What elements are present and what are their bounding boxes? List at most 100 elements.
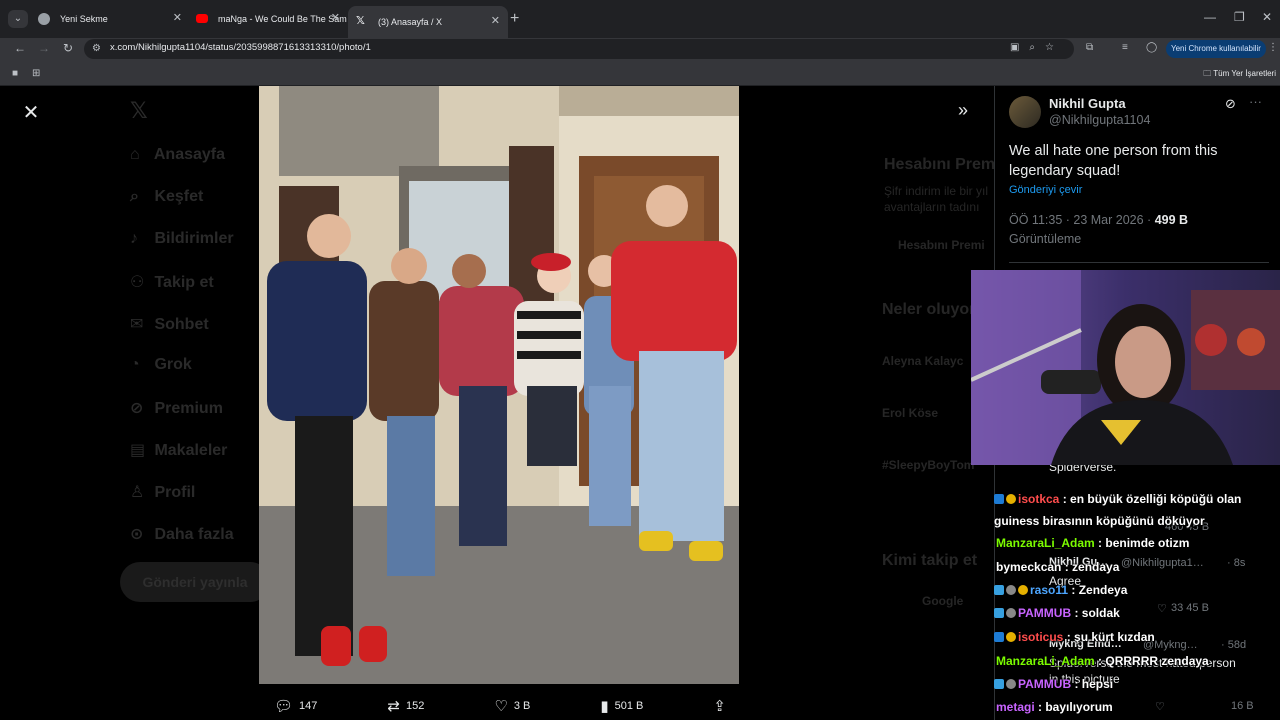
chat-line: PAMMUB : hepsi [994, 677, 1113, 691]
bg-trends-title: Neler oluyor [882, 301, 976, 318]
tweet-meta: ÖÖ 11:35 · 23 Mar 2026 · 499 B [1009, 213, 1188, 227]
grok-icon[interactable]: ⊘ [1225, 96, 1236, 112]
chat-message: : hepsi [1071, 677, 1114, 691]
bookmarks-bar: ■ ⊞ 🗀 Tüm Yer İşaretleri [0, 62, 1280, 86]
chat-user: ManzaraLi_Adam [996, 536, 1095, 550]
back-icon[interactable]: ← [12, 41, 28, 55]
bg-nav-more: ⊙ Daha fazla [130, 526, 234, 543]
reply-icon: 💬︎ [274, 698, 294, 715]
extensions-icon[interactable]: ⧉ [1086, 42, 1093, 53]
reply-time: · 58d [1221, 639, 1247, 651]
tab-new-tab[interactable]: Yeni Sekme ✕ [30, 6, 190, 32]
like-button[interactable]: ♡ 3 B [494, 694, 530, 718]
repost-button[interactable]: ⇄ 152 [387, 694, 424, 718]
restore-icon[interactable]: ❐ [1234, 10, 1245, 24]
tweet-author-handle[interactable]: @Nikhilgupta1104 [1049, 113, 1150, 127]
badge-icon [1006, 632, 1016, 642]
view-count: 501 B [614, 700, 644, 712]
chat-message: : zendaya [1061, 560, 1120, 574]
reply-button[interactable]: 💬︎ 147 [274, 694, 317, 718]
bg-nav-chat: ✉ Sohbet [130, 316, 209, 333]
tab-search-button[interactable]: ⌄ [8, 10, 28, 28]
tweet-timestamp[interactable]: ÖÖ 11:35 · 23 Mar 2026 · [1009, 213, 1155, 227]
close-photo-icon[interactable]: ✕ [20, 100, 42, 125]
tab-close-icon[interactable]: ✕ [173, 11, 182, 24]
chrome-icon [38, 13, 50, 25]
badge-icon [994, 632, 1004, 642]
views-button[interactable]: ▮ 501 B [600, 694, 643, 718]
chat-message: : Zendeya [1068, 583, 1128, 597]
chat-line: PAMMUB : soldak [994, 606, 1120, 620]
reply-like-icon[interactable]: ♡ [1157, 602, 1167, 615]
reply-like-icon[interactable]: ♡ [1155, 700, 1165, 713]
forward-icon[interactable]: → [36, 41, 52, 55]
share-icon: ⇪ [713, 698, 726, 715]
new-tab-button[interactable]: + [510, 10, 519, 28]
bg-nav-notifications: ♪ Bildirimler [130, 230, 234, 247]
bg-trend-item: #SleepyBoyTom [882, 458, 975, 472]
chat-message: : soldak [1071, 606, 1120, 620]
expand-panel-icon[interactable]: » [958, 100, 968, 121]
reading-list-icon[interactable]: ≡ [1122, 42, 1128, 53]
window-close-icon[interactable]: ✕ [1262, 10, 1272, 24]
bg-follow-item: Google [922, 594, 964, 608]
badge-icon [1006, 608, 1016, 618]
tab-close-icon[interactable]: ✕ [331, 11, 340, 24]
chat-line: isoticus : şu kürt kızdan [994, 630, 1155, 644]
bg-trend-item: Erol Köse [882, 406, 939, 420]
reply-stats: 16 B [1231, 700, 1254, 712]
chat-line: ManzaraLi_Adam : QRRRRR zendaya [996, 654, 1209, 668]
all-bookmarks-link[interactable]: 🗀 Tüm Yer İşaretleri [1203, 68, 1276, 82]
badge-icon [994, 608, 1004, 618]
chat-line: raso11 : Zendeya [994, 583, 1127, 597]
browser-toolbar: ← → ↻ ⚙ x.com/Nikhilgupta1104/status/203… [0, 38, 1280, 62]
badge-icon [1006, 585, 1016, 595]
bg-nav-home: ⌂ Anasayfa [130, 146, 226, 163]
tab-label: Yeni Sekme [60, 14, 108, 24]
minimize-icon[interactable]: — [1204, 10, 1216, 24]
badge-icon [1006, 494, 1016, 504]
badge-icon [994, 585, 1004, 595]
bg-nav-profile: ♙ Profil [130, 484, 196, 501]
more-icon[interactable]: ··· [1249, 94, 1262, 109]
bg-premium-title: Hesabını Premiu [884, 156, 1010, 173]
chat-message: : en büyük özelliği köpüğü olan [1059, 492, 1242, 506]
site-info-icon[interactable]: ⚙ [92, 43, 101, 54]
bg-nav-explore: ⌕ Keşfet [130, 188, 204, 205]
bookmark-square-icon[interactable]: ■ [12, 68, 18, 79]
tweet-author-name[interactable]: Nikhil Gupta [1049, 96, 1126, 111]
profile-icon[interactable]: ◯ [1146, 42, 1157, 53]
tab-label: (3) Anasayfa / X [378, 17, 443, 27]
reply-count: 147 [299, 700, 318, 712]
tab-youtube[interactable]: maNga - We Could Be The Sam ✕ [188, 6, 348, 32]
reload-icon[interactable]: ↻ [60, 41, 76, 55]
address-bar[interactable]: ⚙ x.com/Nikhilgupta1104/status/203599887… [84, 39, 1074, 59]
tweet-photo[interactable] [259, 86, 739, 684]
chat-user: isotkca [1018, 492, 1060, 506]
tab-close-icon[interactable]: ✕ [491, 14, 500, 27]
chrome-update-button[interactable]: Yeni Chrome kullanılabilir [1166, 40, 1266, 58]
reply-handle[interactable]: @Nikhilgupta1… [1121, 557, 1204, 569]
bg-nav-premium: ⊘ Premium [130, 400, 223, 417]
url-text[interactable]: x.com/Nikhilgupta1104/status/20359988716… [110, 42, 371, 53]
chat-user: bymeckcan [996, 560, 1062, 574]
bg-follow-title: Kimi takip et [882, 552, 978, 569]
bg-nav-articles: ▤ Makaleler [130, 442, 228, 459]
share-button[interactable]: ⇪ [713, 694, 726, 718]
chat-line: guiness birasının köpüğünü döküyor [994, 514, 1205, 528]
x-logo-icon: 𝕏 [130, 98, 148, 123]
translate-link[interactable]: Gönderiyi çevir [1009, 184, 1082, 196]
apps-grid-icon[interactable]: ⊞ [32, 68, 40, 79]
tab-label: maNga - We Could Be The Sam [218, 14, 347, 24]
avatar[interactable] [1009, 96, 1041, 128]
like-count: 3 B [513, 700, 531, 712]
bg-premium-body: avantajların tadını [884, 200, 980, 214]
heart-icon: ♡ [494, 698, 508, 715]
chrome-menu-icon[interactable]: ⋮ [1268, 42, 1278, 53]
x-page: 𝕏 ⌂ Anasayfa ⌕ Keşfet ♪ Bildirimler ⚇ Ta… [0, 86, 1280, 720]
tab-strip: ⌄ Yeni Sekme ✕ maNga - We Could Be The S… [0, 0, 1280, 38]
chat-message: : QRRRRR zendaya [1094, 654, 1209, 668]
bg-premium-button: Hesabını Premi [898, 238, 985, 252]
tab-x-home[interactable]: 𝕏 (3) Anasayfa / X ✕ [348, 6, 508, 38]
omnibox-actions[interactable]: ▣⌕☆ [1010, 42, 1064, 53]
